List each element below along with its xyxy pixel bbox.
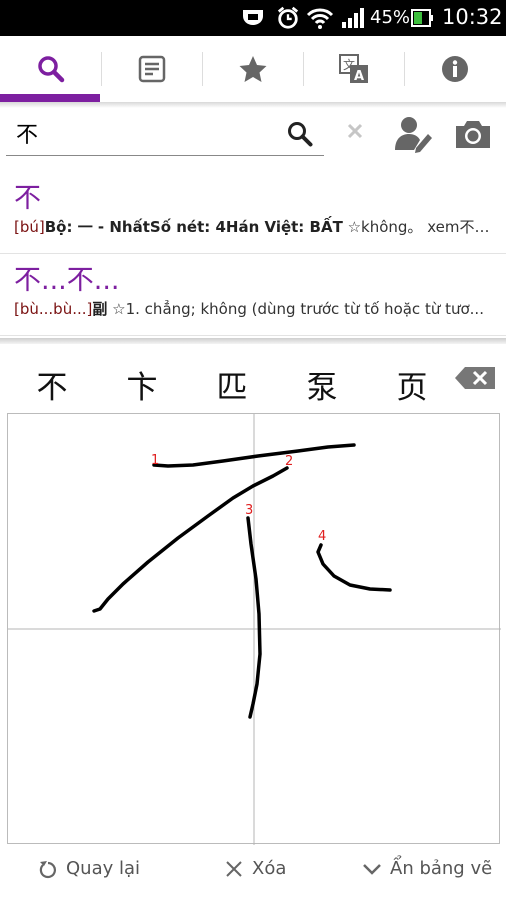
- result-bold-text: 副: [92, 300, 108, 318]
- close-icon: [226, 860, 242, 877]
- alarm-icon: [277, 6, 299, 29]
- notification-icon: [243, 10, 263, 25]
- undo-icon: [39, 860, 56, 878]
- wifi-icon: [306, 8, 334, 29]
- back-label: Quay lại: [66, 858, 141, 879]
- candidate-character[interactable]: 卞: [112, 362, 172, 407]
- hide-pad-button[interactable]: Ẩn bảng vẽ: [362, 858, 492, 879]
- stroke-number: 2: [285, 454, 293, 469]
- handwriting-icon[interactable]: [394, 114, 434, 154]
- candidate-character[interactable]: 页: [382, 362, 442, 407]
- tab-info[interactable]: [404, 36, 505, 102]
- result-pinyin: [bù...bù...]: [14, 300, 93, 318]
- candidate-character[interactable]: 不: [22, 362, 82, 407]
- tab-favorites[interactable]: [202, 36, 303, 102]
- tab-shadow: [0, 102, 506, 108]
- notes-icon: [138, 55, 165, 83]
- back-button[interactable]: Quay lại: [38, 858, 140, 879]
- bottom-bar: Quay lại Xóa Ẩn bảng vẽ: [0, 846, 506, 900]
- handwriting-canvas[interactable]: 1 2 3 4: [8, 414, 501, 845]
- result-description: [bú]Bộ: 一 - NhấtSố nét: 4Hán Việt: BẤT ☆…: [14, 216, 494, 237]
- active-tab-indicator: [0, 94, 100, 102]
- candidate-bar: 不 卞 匹 泵 页: [0, 350, 506, 412]
- signal-icon: [342, 8, 364, 28]
- tab-search[interactable]: [0, 36, 101, 102]
- tab-translate[interactable]: 文 A: [303, 36, 404, 102]
- translate-icon: 文 A: [338, 54, 368, 84]
- result-bold-text: Bộ: 一 - NhấtSố nét: 4Hán Việt: BẤT: [44, 218, 343, 236]
- battery-icon: [411, 9, 433, 27]
- drawing-pad[interactable]: 1 2 3 4: [7, 413, 501, 845]
- svg-text:A: A: [354, 69, 364, 84]
- info-icon: [441, 56, 468, 82]
- star-icon: [239, 56, 266, 82]
- panel-divider: [0, 338, 506, 344]
- candidate-character[interactable]: 匹: [202, 362, 262, 407]
- result-pinyin: [bú]: [14, 218, 45, 236]
- list-item[interactable]: 不 [bú]Bộ: 一 - NhấtSố nét: 4Hán Việt: BẤT…: [0, 172, 506, 254]
- search-icon: [37, 56, 64, 83]
- result-meaning: ☆1. chẳng; không (dùng trước từ tố hoặc …: [107, 300, 484, 318]
- tab-notes[interactable]: [101, 36, 202, 102]
- stroke-4: [316, 543, 392, 592]
- tab-bar: 文 A: [0, 36, 506, 102]
- stroke-number: 3: [245, 503, 253, 518]
- search-row: [0, 110, 506, 160]
- clear-icon[interactable]: [344, 120, 366, 142]
- candidate-character[interactable]: 泵: [292, 362, 352, 407]
- status-bar: 45% 10:32: [0, 0, 506, 36]
- battery-percent: 45%: [370, 7, 411, 28]
- clear-label: Xóa: [252, 858, 287, 879]
- result-word: 不...不...: [14, 265, 120, 296]
- result-word: 不: [14, 183, 41, 214]
- result-meaning: ☆không。 xem不"bù...: [347, 218, 494, 236]
- result-description: [bù...bù...]副 ☆1. chẳng; không (dùng trư…: [14, 298, 494, 319]
- list-item[interactable]: 不...不... [bù...bù...]副 ☆1. chẳng; không …: [0, 254, 506, 336]
- backspace-icon[interactable]: [454, 366, 496, 390]
- search-icon[interactable]: [286, 120, 314, 148]
- chevron-down-icon: [363, 863, 381, 875]
- camera-icon[interactable]: [454, 118, 492, 150]
- stroke-number: 4: [318, 529, 326, 544]
- hide-pad-label: Ẩn bảng vẽ: [390, 858, 493, 879]
- search-input[interactable]: [6, 110, 324, 156]
- clear-button[interactable]: Xóa: [224, 858, 286, 879]
- stroke-number: 1: [151, 453, 159, 468]
- clock: 10:32: [442, 5, 503, 29]
